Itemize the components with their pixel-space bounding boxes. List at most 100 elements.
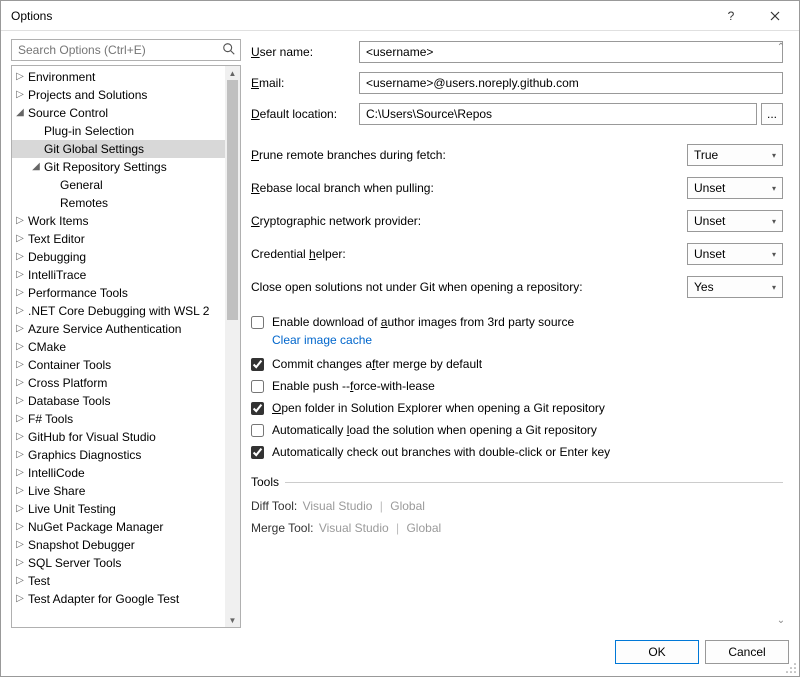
commit-after-merge-checkbox[interactable] (251, 358, 264, 371)
tree-node-label: Remotes (58, 196, 108, 210)
tree-node[interactable]: ▷.NET Core Debugging with WSL 2 (12, 302, 225, 320)
tree-twisty-icon[interactable]: ▷ (14, 216, 26, 226)
tree-node[interactable]: ▷Test Adapter for Google Test (12, 590, 225, 608)
tree-twisty-icon[interactable]: ▷ (14, 396, 26, 406)
merge-tool-option-global[interactable]: Global (406, 521, 441, 535)
tree-node[interactable]: Plug-in Selection (12, 122, 225, 140)
tree-node[interactable]: ▷Cross Platform (12, 374, 225, 392)
tree-node[interactable]: ◢Git Repository Settings (12, 158, 225, 176)
tree-twisty-icon[interactable]: ▷ (14, 252, 26, 262)
tree-node[interactable]: ▷Graphics Diagnostics (12, 446, 225, 464)
scroll-up-icon[interactable]: ▲ (225, 66, 240, 80)
tree-node[interactable]: ▷Projects and Solutions (12, 86, 225, 104)
force-lease-label[interactable]: Enable push --force-with-lease (272, 379, 435, 393)
tree-twisty-icon[interactable]: ◢ (30, 162, 42, 172)
close-button[interactable] (753, 2, 797, 30)
cancel-button[interactable]: Cancel (705, 640, 789, 664)
tree-node[interactable]: ▷Azure Service Authentication (12, 320, 225, 338)
rebase-dropdown[interactable]: Unset▾ (687, 177, 783, 199)
scroll-down-icon[interactable]: ▼ (225, 613, 240, 627)
merge-tool-option-vs[interactable]: Visual Studio (319, 521, 389, 535)
auto-load-checkbox[interactable] (251, 424, 264, 437)
credential-helper-dropdown[interactable]: Unset▾ (687, 243, 783, 265)
tree-node[interactable]: ▷Environment (12, 68, 225, 86)
open-folder-label[interactable]: Open folder in Solution Explorer when op… (272, 401, 605, 415)
auto-checkout-checkbox[interactable] (251, 446, 264, 459)
username-input[interactable] (359, 41, 783, 63)
clear-image-cache-link[interactable]: Clear image cache (272, 333, 783, 347)
tree-twisty-icon[interactable]: ▷ (14, 342, 26, 352)
tree-twisty-icon[interactable]: ▷ (14, 234, 26, 244)
tree-node[interactable]: Remotes (12, 194, 225, 212)
tree-node[interactable]: Git Global Settings (12, 140, 225, 158)
email-input[interactable] (359, 72, 783, 94)
tree-node[interactable]: General (12, 176, 225, 194)
tree-node-label: NuGet Package Manager (26, 520, 163, 534)
open-folder-checkbox[interactable] (251, 402, 264, 415)
tree-node[interactable]: ▷Debugging (12, 248, 225, 266)
tree-node[interactable]: ▷NuGet Package Manager (12, 518, 225, 536)
tree-node[interactable]: ▷Live Unit Testing (12, 500, 225, 518)
tree-node[interactable]: ▷IntelliTrace (12, 266, 225, 284)
diff-tool-option-global[interactable]: Global (390, 499, 425, 513)
tree-node[interactable]: ▷SQL Server Tools (12, 554, 225, 572)
tree-node[interactable]: ▷IntelliCode (12, 464, 225, 482)
tree-twisty-icon[interactable]: ▷ (14, 360, 26, 370)
tree-node[interactable]: ▷F# Tools (12, 410, 225, 428)
scrollbar[interactable]: ▲ ▼ (225, 66, 240, 627)
tree-twisty-icon[interactable]: ▷ (14, 468, 26, 478)
tree-twisty-icon[interactable]: ▷ (14, 540, 26, 550)
close-open-solutions-label: Close open solutions not under Git when … (251, 280, 583, 294)
row-prune: Prune remote branches during fetch: True… (251, 144, 783, 166)
tree-twisty-icon[interactable]: ▷ (14, 324, 26, 334)
tree-node[interactable]: ▷Text Editor (12, 230, 225, 248)
browse-button[interactable]: ... (761, 103, 783, 125)
tree-twisty-icon[interactable]: ▷ (14, 450, 26, 460)
options-tree[interactable]: ▷Environment▷Projects and Solutions◢Sour… (12, 66, 225, 627)
commit-after-merge-label[interactable]: Commit changes after merge by default (272, 357, 482, 371)
tree-twisty-icon[interactable]: ▷ (14, 594, 26, 604)
tree-twisty-icon[interactable]: ▷ (14, 558, 26, 568)
tree-twisty-icon[interactable]: ▷ (14, 576, 26, 586)
auto-load-label[interactable]: Automatically load the solution when ope… (272, 423, 597, 437)
tree-twisty-icon[interactable]: ▷ (14, 504, 26, 514)
prune-dropdown[interactable]: True▾ (687, 144, 783, 166)
scroll-track[interactable] (225, 80, 240, 613)
tree-node[interactable]: ▷Container Tools (12, 356, 225, 374)
tree-twisty-icon[interactable]: ▷ (14, 306, 26, 316)
diff-tool-option-vs[interactable]: Visual Studio (303, 499, 373, 513)
auto-checkout-label[interactable]: Automatically check out branches with do… (272, 445, 610, 459)
merge-tool-label: Merge Tool: (251, 521, 313, 535)
tree-node[interactable]: ◢Source Control (12, 104, 225, 122)
tree-twisty-icon[interactable]: ▷ (14, 414, 26, 424)
tree-node[interactable]: ▷CMake (12, 338, 225, 356)
ok-button[interactable]: OK (615, 640, 699, 664)
tree-node-label: .NET Core Debugging with WSL 2 (26, 304, 209, 318)
force-lease-checkbox[interactable] (251, 380, 264, 393)
tree-twisty-icon[interactable]: ▷ (14, 432, 26, 442)
resize-grip-icon[interactable] (785, 662, 797, 674)
search-input[interactable] (12, 40, 240, 60)
tree-twisty-icon[interactable]: ▷ (14, 270, 26, 280)
tree-twisty-icon[interactable]: ▷ (14, 522, 26, 532)
tree-node[interactable]: ▷Performance Tools (12, 284, 225, 302)
tree-twisty-icon[interactable]: ▷ (14, 90, 26, 100)
help-button[interactable]: ? (709, 2, 753, 30)
tree-twisty-icon[interactable]: ▷ (14, 486, 26, 496)
author-images-label[interactable]: Enable download of author images from 3r… (272, 315, 574, 329)
tree-twisty-icon[interactable]: ◢ (14, 108, 26, 118)
author-images-checkbox[interactable] (251, 316, 264, 329)
tree-twisty-icon[interactable]: ▷ (14, 288, 26, 298)
default-location-input[interactable] (359, 103, 757, 125)
tree-node[interactable]: ▷GitHub for Visual Studio (12, 428, 225, 446)
scroll-thumb[interactable] (227, 80, 238, 320)
tree-twisty-icon[interactable]: ▷ (14, 378, 26, 388)
close-open-solutions-dropdown[interactable]: Yes▾ (687, 276, 783, 298)
tree-node[interactable]: ▷Snapshot Debugger (12, 536, 225, 554)
tree-node[interactable]: ▷Live Share (12, 482, 225, 500)
tree-twisty-icon[interactable]: ▷ (14, 72, 26, 82)
tree-node[interactable]: ▷Database Tools (12, 392, 225, 410)
tree-node[interactable]: ▷Test (12, 572, 225, 590)
tree-node[interactable]: ▷Work Items (12, 212, 225, 230)
crypto-dropdown[interactable]: Unset▾ (687, 210, 783, 232)
